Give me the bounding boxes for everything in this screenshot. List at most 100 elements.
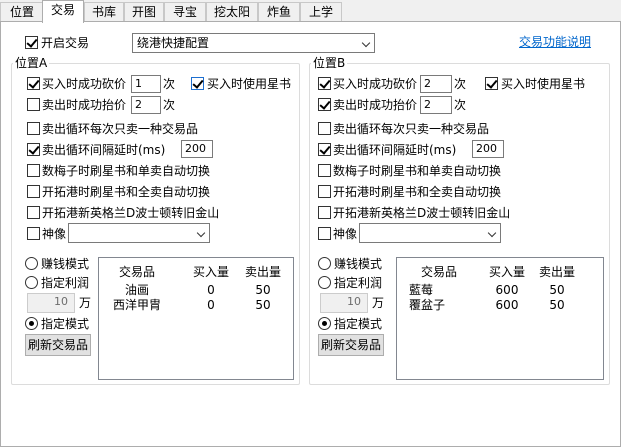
b-one-item-label: 卖出循环每次只卖一种交易品	[333, 122, 490, 136]
b-row2-item: 覆盆子	[408, 298, 445, 312]
a-mode-profit-label: 指定利润	[41, 276, 90, 290]
a-buy-bargain-unit: 次	[163, 77, 176, 91]
a-row2-item: 西洋甲胄	[112, 298, 161, 312]
b-interval-label: 卖出循环间隔延时(ms)	[333, 143, 457, 157]
a-row2-sell: 50	[255, 298, 271, 312]
tab-fish[interactable]: 炸鱼	[258, 2, 300, 22]
a-table-header-sell: 卖出量	[244, 265, 281, 279]
a-sell-raise-checkbox[interactable]	[27, 98, 40, 111]
a-buy-bargain-input[interactable]: 1	[131, 75, 161, 93]
a-trade-table: 交易品 买入量 卖出量 油画 0 50 西洋甲胄 0 50	[98, 257, 294, 380]
b-mode-earn-label: 赚钱模式	[334, 257, 383, 271]
b-row2-sell: 50	[549, 298, 565, 312]
b-ng-checkbox[interactable]	[318, 206, 331, 219]
a-sell-raise-input[interactable]: 2	[131, 96, 161, 114]
a-mode-earn-label: 赚钱模式	[41, 257, 90, 271]
a-interval-input[interactable]: 200	[181, 140, 213, 158]
a-profit-input[interactable]: 10	[27, 293, 75, 313]
b-port-checkbox[interactable]	[318, 185, 331, 198]
a-buy-bargain-label: 买入时成功砍价	[42, 77, 127, 91]
b-statue-checkbox[interactable]	[318, 227, 331, 240]
a-refresh-button[interactable]: 刷新交易品	[25, 334, 91, 356]
chevron-down-icon	[487, 228, 497, 238]
a-buy-bargain-checkbox[interactable]	[27, 77, 40, 90]
tab-treasure[interactable]: 寻宝	[164, 2, 206, 22]
a-use-star-checkbox[interactable]	[191, 77, 204, 90]
a-sell-raise-unit: 次	[163, 98, 176, 112]
a-use-star-label: 买入时使用星书	[207, 77, 292, 91]
a-ng-checkbox[interactable]	[27, 206, 40, 219]
a-port-checkbox[interactable]	[27, 185, 40, 198]
b-mode-profit-label: 指定利润	[334, 276, 383, 290]
a-ng-label: 开拓港新英格兰D波士顿转旧金山	[42, 206, 220, 220]
tab-school[interactable]: 上学	[300, 2, 342, 22]
b-buy-bargain-label: 买入时成功砍价	[333, 77, 418, 91]
a-statue-select[interactable]	[68, 223, 210, 243]
tab-dig-sun[interactable]: 挖太阳	[206, 2, 258, 22]
b-sell-raise-checkbox[interactable]	[318, 98, 331, 111]
b-interval-checkbox[interactable]	[318, 143, 331, 156]
b-one-item-checkbox[interactable]	[318, 122, 331, 135]
a-interval-label: 卖出循环间隔延时(ms)	[42, 143, 166, 157]
a-one-item-checkbox[interactable]	[27, 122, 40, 135]
help-link[interactable]: 交易功能说明	[519, 33, 591, 50]
b-sell-raise-unit: 次	[454, 98, 467, 112]
b-mode-specified-radio[interactable]	[318, 317, 331, 330]
tab-open-map[interactable]: 开图	[124, 2, 164, 22]
a-profit-unit: 万	[79, 296, 92, 310]
b-use-star-label: 买入时使用星书	[501, 77, 586, 91]
a-row1-item: 油画	[124, 283, 149, 297]
position-a-title: 位置A	[13, 56, 50, 70]
b-buy-bargain-input[interactable]: 2	[420, 75, 452, 93]
b-buy-bargain-unit: 次	[454, 77, 467, 91]
a-mode-profit-radio[interactable]	[25, 276, 38, 289]
b-ng-label: 开拓港新英格兰D波士顿转旧金山	[333, 206, 511, 220]
b-statue-select[interactable]	[359, 223, 501, 243]
b-plum-label: 数梅子时刷星书和单卖自动切换	[333, 164, 502, 178]
enable-trade-checkbox[interactable]	[25, 36, 38, 49]
enable-trade-label: 开启交易	[41, 36, 90, 50]
b-sell-raise-label: 卖出时成功抬价	[333, 98, 418, 112]
b-profit-input[interactable]: 10	[320, 293, 368, 313]
b-mode-profit-radio[interactable]	[318, 276, 331, 289]
b-row1-sell: 50	[549, 283, 565, 297]
a-one-item-label: 卖出循环每次只卖一种交易品	[42, 122, 199, 136]
a-sell-raise-label: 卖出时成功抬价	[42, 98, 127, 112]
a-mode-specified-label: 指定模式	[41, 317, 90, 331]
b-statue-label: 神像	[333, 227, 358, 241]
a-plum-checkbox[interactable]	[27, 164, 40, 177]
config-select[interactable]: 绕港快捷配置	[132, 33, 375, 53]
a-table-header-item: 交易品	[118, 265, 155, 279]
b-buy-bargain-checkbox[interactable]	[318, 77, 331, 90]
b-port-label: 开拓港时刷星书和全卖自动切换	[333, 185, 502, 199]
b-mode-specified-label: 指定模式	[334, 317, 383, 331]
a-mode-earn-radio[interactable]	[25, 257, 38, 270]
chevron-down-icon	[361, 38, 371, 48]
b-interval-input[interactable]: 200	[472, 140, 504, 158]
tab-position[interactable]: 位置	[0, 2, 44, 22]
chevron-down-icon	[196, 228, 206, 238]
tab-trade[interactable]: 交易	[42, 0, 84, 23]
b-use-star-checkbox[interactable]	[485, 77, 498, 90]
a-row1-sell: 50	[255, 283, 271, 297]
b-row1-item: 藍莓	[408, 283, 433, 297]
b-mode-earn-radio[interactable]	[318, 257, 331, 270]
tab-bar: 位置 交易 书库 开图 寻宝 挖太阳 炸鱼 上学	[0, 0, 621, 23]
a-statue-checkbox[interactable]	[27, 227, 40, 240]
b-profit-unit: 万	[372, 296, 385, 310]
tab-library[interactable]: 书库	[84, 2, 124, 22]
b-refresh-button[interactable]: 刷新交易品	[318, 334, 384, 356]
a-plum-label: 数梅子时刷星书和单卖自动切换	[42, 164, 211, 178]
b-table-header-item: 交易品	[420, 265, 457, 279]
a-mode-specified-radio[interactable]	[25, 317, 38, 330]
a-port-label: 开拓港时刷星书和全卖自动切换	[42, 185, 211, 199]
position-b-title: 位置B	[311, 56, 348, 70]
b-plum-checkbox[interactable]	[318, 164, 331, 177]
b-sell-raise-input[interactable]: 2	[420, 96, 452, 114]
config-select-value: 绕港快捷配置	[137, 36, 210, 50]
a-interval-checkbox[interactable]	[27, 143, 40, 156]
trade-panel: 开启交易 绕港快捷配置 交易功能说明 位置A 位置B 买入时成功砍价 1 次 买…	[0, 21, 621, 447]
a-statue-label: 神像	[42, 227, 67, 241]
b-trade-table: 交易品 买入量 卖出量 藍莓 600 50 覆盆子 600 50	[396, 257, 604, 380]
b-table-header-sell: 卖出量	[538, 265, 575, 279]
